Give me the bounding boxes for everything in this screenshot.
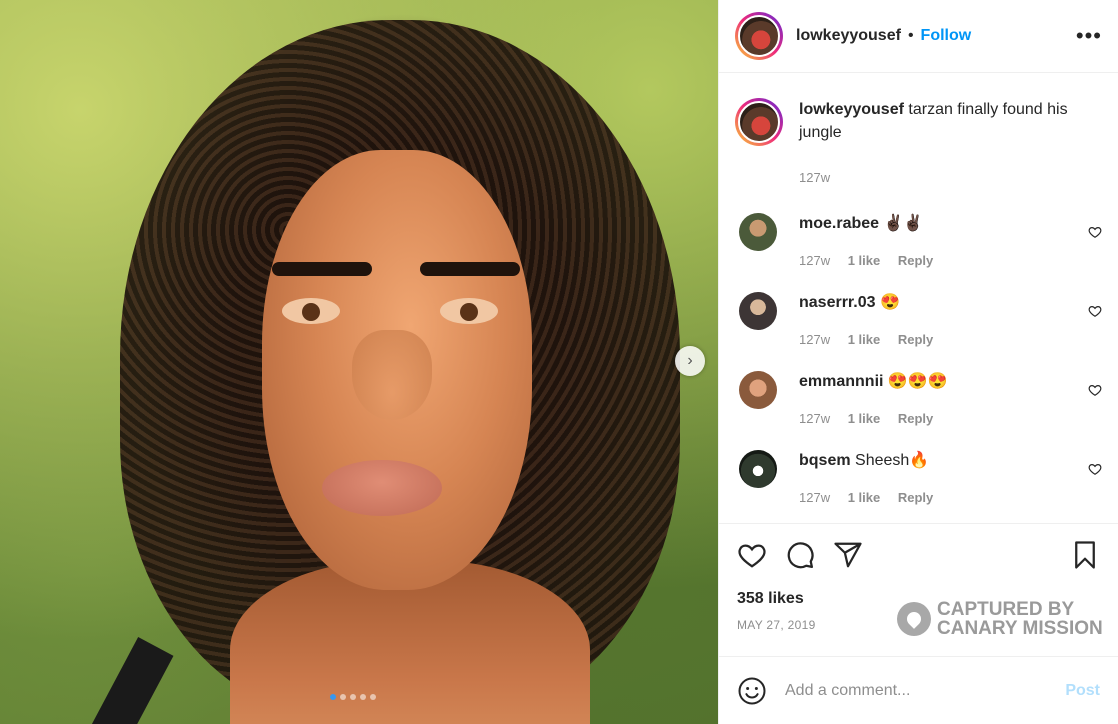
comment-meta: 127w 1 like Reply: [799, 490, 947, 505]
comment-likes[interactable]: 1 like: [848, 411, 881, 426]
header-separator: •: [907, 27, 914, 44]
comment-item: emmannnii 😍😍😍 127w 1 like Reply: [719, 371, 1118, 426]
post-caption: lowkeyyousef tarzan finally found his ju…: [719, 74, 1118, 189]
comment-item: naserrr.03 😍 127w 1 like Reply: [719, 292, 1118, 347]
comment-likes[interactable]: 1 like: [848, 332, 881, 347]
comment-likes[interactable]: 1 like: [848, 490, 881, 505]
comment-item: bqsem Sheesh🔥 127w 1 like Reply: [719, 450, 1118, 505]
comment-likes[interactable]: 1 like: [848, 253, 881, 268]
caption-body: lowkeyyousef tarzan finally found his ju…: [799, 98, 1089, 189]
comment-like-heart-icon[interactable]: [1088, 225, 1102, 239]
photo-eye-left: [282, 298, 340, 324]
comment-text: 😍: [879, 294, 900, 311]
post-photo[interactable]: ›: [0, 0, 718, 724]
comment-avatar[interactable]: [739, 371, 777, 409]
photo-eye-right: [440, 298, 498, 324]
comment-like-heart-icon[interactable]: [1088, 462, 1102, 476]
comment-meta: 127w 1 like Reply: [799, 332, 947, 347]
comment-text: Sheesh🔥: [855, 452, 930, 469]
caption-avatar-image: [738, 101, 780, 143]
comment-time[interactable]: 127w: [799, 253, 830, 268]
carousel-dots: [330, 694, 376, 700]
comment-like-heart-icon[interactable]: [1088, 304, 1102, 318]
comment-text: ✌🏿✌🏿: [883, 215, 924, 232]
caption-meta: 127w: [799, 166, 1089, 189]
author-avatar[interactable]: [735, 12, 783, 60]
carousel-dot[interactable]: [360, 694, 366, 700]
carousel-dot[interactable]: [330, 694, 336, 700]
author-username[interactable]: lowkeyyousef: [796, 27, 901, 45]
comment-text: 😍😍😍: [887, 373, 948, 390]
comment-meta: 127w 1 like Reply: [799, 253, 947, 268]
photo-brow-right: [420, 262, 520, 276]
post-comment-button[interactable]: Post: [1065, 682, 1100, 700]
watermark-line2: CANARY MISSION: [937, 618, 1103, 639]
comments-list[interactable]: lowkeyyousef tarzan finally found his ju…: [719, 74, 1118, 522]
comment-username[interactable]: bqsem: [799, 452, 851, 469]
comment-body: emmannnii 😍😍😍 127w 1 like Reply: [799, 371, 948, 426]
post-side-panel: lowkeyyousef • Follow ••• lowkeyyousef t…: [718, 0, 1118, 724]
comment-item: moe.rabee ✌🏿✌🏿 127w 1 like Reply: [719, 213, 1118, 268]
caption-username[interactable]: lowkeyyousef: [799, 101, 904, 118]
comment-time[interactable]: 127w: [799, 411, 830, 426]
reply-button[interactable]: Reply: [898, 332, 933, 347]
comment-body: bqsem Sheesh🔥 127w 1 like Reply: [799, 450, 947, 505]
caption-avatar[interactable]: [735, 98, 783, 146]
comment-body: moe.rabee ✌🏿✌🏿 127w 1 like Reply: [799, 213, 947, 268]
share-icon[interactable]: [833, 540, 863, 570]
comment-username[interactable]: naserrr.03: [799, 294, 876, 311]
comment-avatar[interactable]: [739, 450, 777, 488]
post-header: lowkeyyousef • Follow •••: [719, 0, 1118, 73]
carousel-dot[interactable]: [370, 694, 376, 700]
action-icons: [737, 540, 1100, 570]
watermark-line1: CAPTURED BY: [937, 599, 1075, 620]
carousel-dot[interactable]: [340, 694, 346, 700]
caption-time[interactable]: 127w: [799, 170, 830, 185]
reply-button[interactable]: Reply: [898, 253, 933, 268]
comment-avatar[interactable]: [739, 213, 777, 251]
reply-button[interactable]: Reply: [898, 411, 933, 426]
comment-time[interactable]: 127w: [799, 490, 830, 505]
watermark-text: CAPTURED BY CANARY MISSION: [937, 600, 1103, 638]
author-avatar-image: [738, 15, 780, 57]
follow-button[interactable]: Follow: [921, 27, 972, 45]
photo-nose: [352, 330, 432, 420]
comment-username[interactable]: moe.rabee: [799, 215, 879, 232]
emoji-icon[interactable]: [737, 676, 767, 706]
canary-mission-watermark: CAPTURED BY CANARY MISSION: [897, 600, 1103, 638]
comment-icon[interactable]: [785, 540, 815, 570]
photo-brow-left: [272, 262, 372, 276]
photo-strap: [86, 637, 174, 724]
comment-body: naserrr.03 😍 127w 1 like Reply: [799, 292, 947, 347]
comment-username[interactable]: emmannnii: [799, 373, 883, 390]
heart-icon[interactable]: [737, 540, 767, 570]
add-comment-input[interactable]: [785, 681, 1066, 700]
post-actions: 358 likes MAY 27, 2019 CAPTURED BY CANAR…: [719, 523, 1118, 656]
carousel-next-button[interactable]: ›: [675, 346, 705, 376]
photo-lips: [322, 460, 442, 516]
reply-button[interactable]: Reply: [898, 490, 933, 505]
add-comment-bar: Post: [719, 656, 1118, 724]
carousel-dot[interactable]: [350, 694, 356, 700]
comment-time[interactable]: 127w: [799, 332, 830, 347]
canary-mission-seal-icon: [897, 602, 931, 636]
comment-meta: 127w 1 like Reply: [799, 411, 948, 426]
bookmark-icon[interactable]: [1070, 540, 1100, 570]
more-options-icon[interactable]: •••: [1076, 23, 1102, 49]
comment-like-heart-icon[interactable]: [1088, 383, 1102, 397]
comment-avatar[interactable]: [739, 292, 777, 330]
